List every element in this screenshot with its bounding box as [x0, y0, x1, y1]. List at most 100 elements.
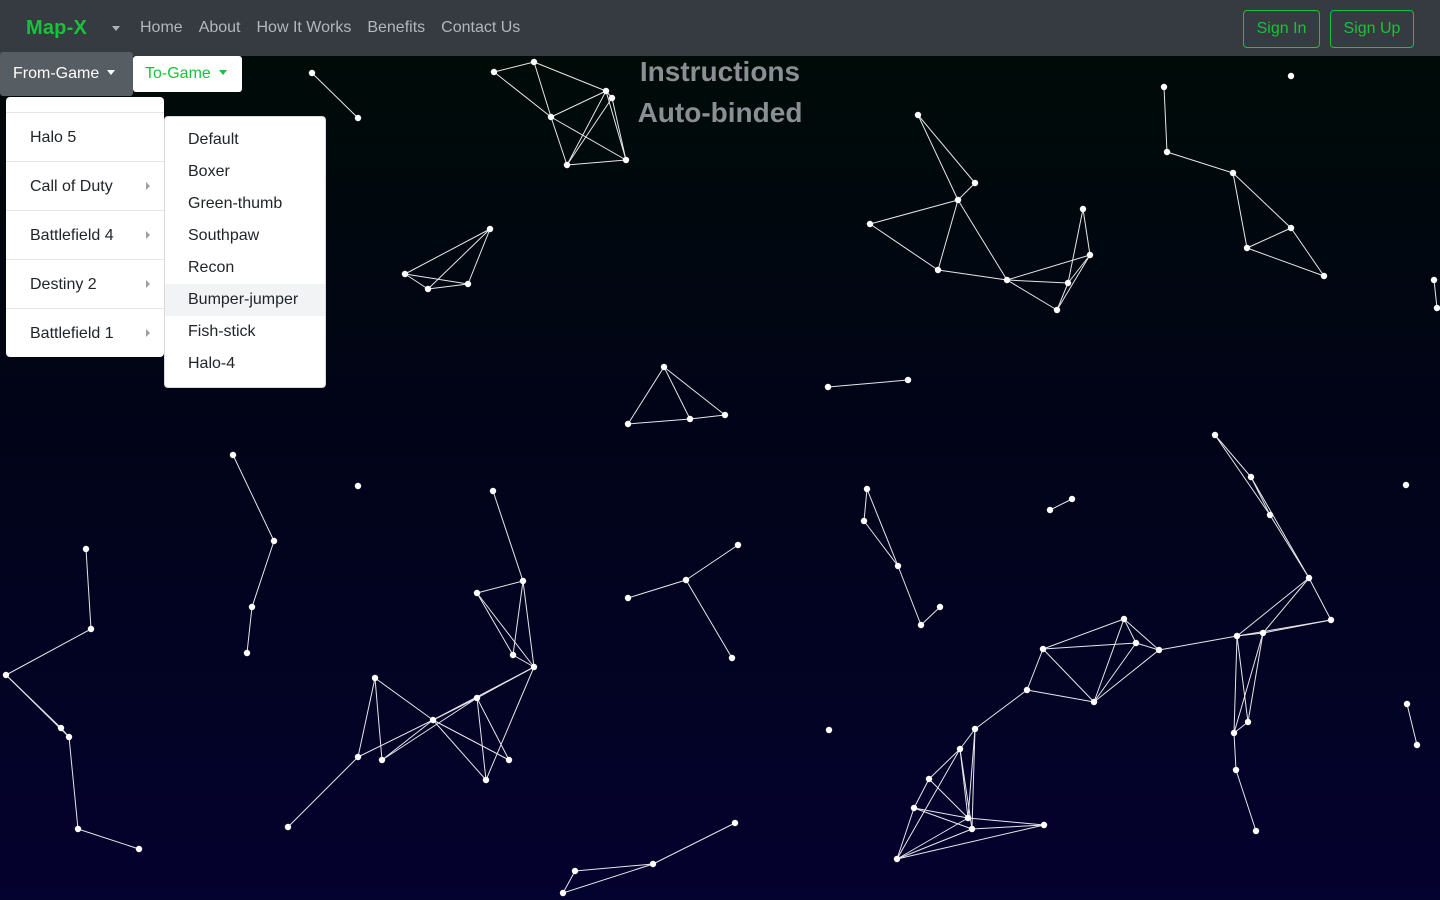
- nav-link-home[interactable]: Home: [140, 18, 183, 38]
- network-edge: [566, 159, 627, 166]
- network-edge: [1026, 648, 1044, 691]
- network-node: [284, 823, 292, 831]
- game-item-destiny-2[interactable]: Destiny 2: [6, 260, 164, 309]
- game-item-battlefield-4[interactable]: Battlefield 4: [6, 211, 164, 260]
- network-node: [1090, 698, 1098, 706]
- to-game-label: To-Game: [145, 65, 211, 82]
- network-node: [1430, 276, 1438, 284]
- network-node: [686, 415, 694, 423]
- network-node: [229, 451, 237, 459]
- network-node: [429, 716, 437, 724]
- network-edge: [627, 579, 687, 599]
- nav-link-how-it-works[interactable]: How It Works: [257, 18, 352, 38]
- network-node: [1155, 646, 1163, 654]
- network-node: [825, 726, 833, 734]
- network-node: [925, 775, 933, 783]
- network-node: [505, 756, 513, 764]
- network-node: [1064, 279, 1072, 287]
- layout-item-recon[interactable]: Recon: [165, 252, 325, 284]
- network-node: [1413, 741, 1421, 749]
- top-navbar: Map-X Home About How It Works Benefits C…: [0, 0, 1440, 56]
- nav-link-contact-us[interactable]: Contact Us: [441, 18, 520, 38]
- brand-logo[interactable]: Map-X: [26, 15, 87, 41]
- network-edge: [685, 544, 739, 581]
- network-edge: [432, 719, 487, 781]
- to-game-dropdown-button[interactable]: To-Game: [133, 56, 242, 92]
- network-node: [860, 517, 868, 525]
- network-node: [1433, 304, 1440, 312]
- network-edge: [1214, 434, 1252, 478]
- network-edge: [432, 719, 510, 761]
- network-node: [1132, 639, 1140, 647]
- chevron-down-icon: [107, 69, 116, 75]
- network-node: [473, 589, 481, 597]
- network-node: [1046, 506, 1054, 514]
- from-game-dropdown-button[interactable]: From-Game: [0, 52, 133, 96]
- network-node: [964, 814, 972, 822]
- network-node: [910, 804, 918, 812]
- network-edge: [959, 728, 976, 750]
- network-edge: [427, 283, 469, 290]
- layout-item-default[interactable]: Default: [165, 124, 325, 156]
- network-edge: [1049, 498, 1073, 511]
- network-edge: [869, 223, 939, 271]
- network-edge: [427, 228, 491, 290]
- network-node: [509, 651, 517, 659]
- network-edge: [1433, 279, 1438, 309]
- nav-link-benefits[interactable]: Benefits: [367, 18, 425, 38]
- network-node: [1068, 495, 1076, 503]
- network-edge: [381, 697, 478, 761]
- sign-up-button[interactable]: Sign Up: [1330, 10, 1414, 48]
- network-node: [1039, 645, 1047, 653]
- network-node: [2, 671, 10, 679]
- network-node: [721, 411, 729, 419]
- brand-dropdown-toggle[interactable]: [112, 20, 126, 36]
- network-edge: [1250, 476, 1310, 579]
- network-node: [622, 156, 630, 164]
- layout-item-southpaw[interactable]: Southpaw: [165, 220, 325, 252]
- game-item-battlefield-1[interactable]: Battlefield 1: [6, 309, 164, 358]
- game-item-halo-5[interactable]: Halo 5: [6, 113, 164, 162]
- network-node: [1320, 272, 1328, 280]
- network-node: [401, 270, 409, 278]
- layout-item-green-thumb[interactable]: Green-thumb: [165, 188, 325, 220]
- network-node: [1232, 766, 1240, 774]
- network-edge: [937, 269, 1008, 281]
- network-edge: [1233, 635, 1238, 734]
- network-node: [936, 603, 944, 611]
- nav-link-about[interactable]: About: [199, 18, 241, 38]
- network-edge: [1236, 635, 1249, 723]
- network-edge: [1214, 434, 1271, 516]
- game-item-call-of-duty[interactable]: Call of Duty: [6, 162, 164, 211]
- layout-item-boxer[interactable]: Boxer: [165, 156, 325, 188]
- network-node: [1244, 718, 1252, 726]
- network-node: [954, 196, 962, 204]
- controller-layout-menu: Default Boxer Green-thumb Southpaw Recon…: [164, 116, 326, 388]
- network-node: [371, 674, 379, 682]
- network-node: [490, 68, 498, 76]
- network-node: [624, 420, 632, 428]
- network-node: [1287, 72, 1295, 80]
- game-item-label: Battlefield 4: [30, 227, 114, 244]
- network-node: [464, 280, 472, 288]
- network-node: [354, 114, 362, 122]
- network-node: [563, 161, 571, 169]
- network-edge: [1246, 247, 1325, 277]
- network-edge: [627, 366, 665, 425]
- network-edge: [512, 580, 524, 656]
- network-node: [473, 694, 481, 702]
- network-edge: [246, 606, 253, 654]
- network-node: [270, 537, 278, 545]
- network-edge: [311, 72, 359, 119]
- network-node: [571, 867, 579, 875]
- network-edge: [917, 114, 959, 201]
- network-edge: [381, 719, 434, 761]
- network-node: [917, 621, 925, 629]
- network-edge: [1308, 577, 1332, 621]
- layout-item-fish-stick[interactable]: Fish-stick: [165, 316, 325, 348]
- layout-item-halo-4[interactable]: Halo-4: [165, 348, 325, 380]
- network-edge: [476, 592, 535, 668]
- network-edge: [467, 228, 491, 285]
- layout-item-bumper-jumper[interactable]: Bumper-jumper: [165, 284, 325, 316]
- sign-in-button[interactable]: Sign In: [1243, 10, 1320, 48]
